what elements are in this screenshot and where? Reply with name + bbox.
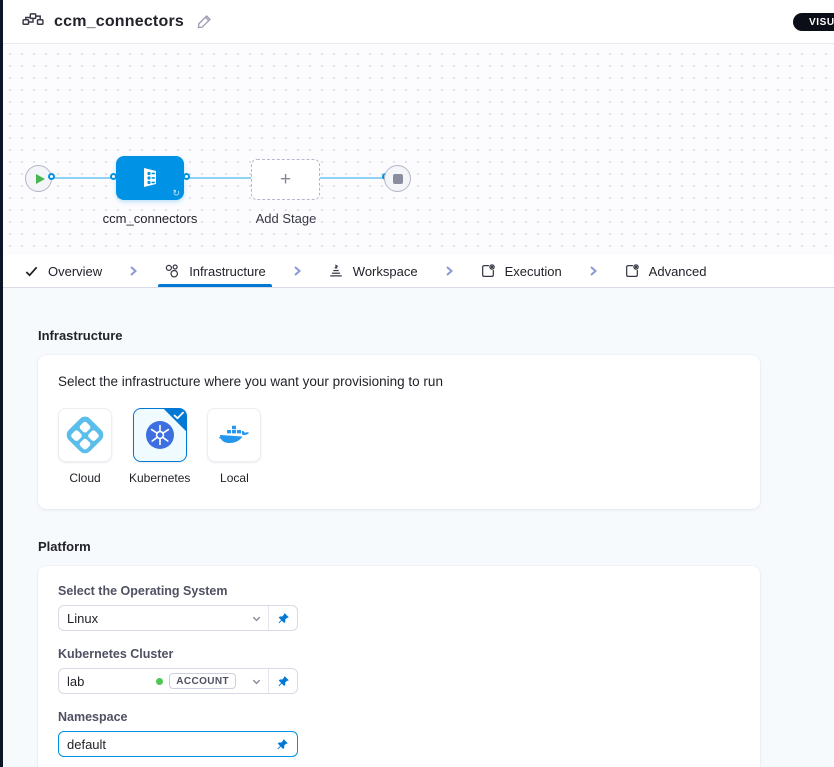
pipeline-icon: [22, 13, 44, 31]
option-label: Cloud: [69, 471, 100, 485]
check-icon: [24, 264, 39, 279]
tab-advanced[interactable]: Advanced: [622, 255, 709, 287]
chevron-right-icon: [291, 255, 303, 287]
namespace-input[interactable]: default: [58, 731, 298, 757]
add-stage-button[interactable]: +: [251, 159, 320, 200]
pipeline-header: ccm_connectors VISUAL: [0, 0, 834, 44]
workspace-icon: [328, 263, 344, 279]
tab-execution[interactable]: Execution: [478, 255, 564, 287]
window-left-edge: [0, 0, 3, 767]
platform-card: Select the Operating System Linux Kubern…: [38, 566, 760, 767]
plus-icon: +: [280, 169, 291, 191]
pipeline-end-node[interactable]: [384, 165, 411, 192]
pin-icon: [276, 738, 289, 751]
chevron-down-icon[interactable]: [244, 669, 268, 693]
stage-node-ccm-connectors[interactable]: ↻: [116, 156, 184, 200]
tab-overview[interactable]: Overview: [22, 255, 104, 287]
chevron-right-icon: [443, 255, 455, 287]
option-label: Local: [220, 471, 249, 485]
chevron-down-icon[interactable]: [244, 606, 268, 630]
os-field-label: Select the Operating System: [58, 584, 740, 598]
tab-label: Advanced: [649, 264, 707, 279]
stage-config-tabbar: Overview Infrastructure Workspace: [0, 255, 834, 288]
pipeline-edge-line: [38, 177, 390, 179]
namespace-field-group: Namespace default: [58, 710, 740, 757]
stop-icon: [393, 174, 403, 184]
advanced-icon: [624, 263, 640, 279]
chevron-right-icon: [587, 255, 599, 287]
connector-dot: [48, 173, 55, 180]
cluster-select-value: lab: [67, 674, 150, 689]
option-label: Kubernetes: [129, 471, 190, 485]
tab-infrastructure[interactable]: Infrastructure: [162, 255, 268, 287]
cloud-option-box[interactable]: [58, 408, 112, 462]
pin-icon: [277, 675, 290, 688]
chevron-right-icon: [127, 255, 139, 287]
selected-check-icon: [164, 409, 186, 431]
tab-workspace[interactable]: Workspace: [326, 255, 420, 287]
pin-icon: [277, 612, 290, 625]
infrastructure-section-heading: Infrastructure: [38, 328, 834, 343]
cluster-select[interactable]: lab ACCOUNT: [58, 668, 298, 694]
pipeline-canvas[interactable]: ↻ + ccm_connectors Add Stage: [0, 44, 834, 255]
infrastructure-tab-content: Infrastructure Select the infrastructure…: [0, 288, 834, 767]
stage-status-icon: ↻: [172, 189, 180, 198]
scope-badge: ACCOUNT: [169, 673, 236, 689]
infrastructure-icon: [164, 263, 180, 279]
edit-pipeline-name-button[interactable]: [196, 13, 214, 31]
connectivity-status-dot: [156, 678, 163, 685]
visual-yaml-toggle[interactable]: VISUAL: [793, 13, 834, 31]
infra-option-cloud[interactable]: Cloud: [58, 408, 112, 485]
namespace-input-value: default: [67, 737, 106, 752]
os-select[interactable]: Linux: [58, 605, 298, 631]
infra-option-kubernetes[interactable]: Kubernetes: [129, 408, 190, 485]
tab-label: Workspace: [353, 264, 418, 279]
cloud-icon: [64, 414, 106, 456]
play-icon: [36, 174, 45, 184]
tab-label: Overview: [48, 264, 102, 279]
os-field-group: Select the Operating System Linux: [58, 584, 740, 631]
tab-label: Infrastructure: [189, 264, 266, 279]
execution-icon: [480, 263, 496, 279]
infrastructure-options: Cloud: [58, 408, 740, 485]
tab-label: Execution: [505, 264, 562, 279]
page-title: ccm_connectors: [54, 13, 184, 31]
add-stage-label[interactable]: Add Stage: [236, 211, 336, 226]
infrastructure-stage-icon: [137, 165, 163, 191]
stage-name-label: ccm_connectors: [90, 211, 210, 226]
connector-dot: [110, 173, 117, 180]
connector-dot: [183, 173, 190, 180]
os-select-value: Linux: [67, 611, 98, 626]
cluster-fixed-value-pin-button[interactable]: [268, 669, 297, 693]
os-fixed-value-pin-button[interactable]: [268, 606, 297, 630]
local-option-box[interactable]: [207, 408, 261, 462]
namespace-field-label: Namespace: [58, 710, 740, 724]
cluster-field-label: Kubernetes Cluster: [58, 647, 740, 661]
docker-icon: [218, 422, 250, 448]
infrastructure-card: Select the infrastructure where you want…: [38, 355, 760, 509]
kubernetes-option-box[interactable]: [133, 408, 187, 462]
cluster-field-group: Kubernetes Cluster lab ACCOUNT: [58, 647, 740, 694]
infra-option-local[interactable]: Local: [207, 408, 261, 485]
namespace-fixed-value-pin-button[interactable]: [268, 732, 297, 756]
infrastructure-prompt: Select the infrastructure where you want…: [58, 374, 740, 389]
platform-section-heading: Platform: [38, 539, 834, 554]
